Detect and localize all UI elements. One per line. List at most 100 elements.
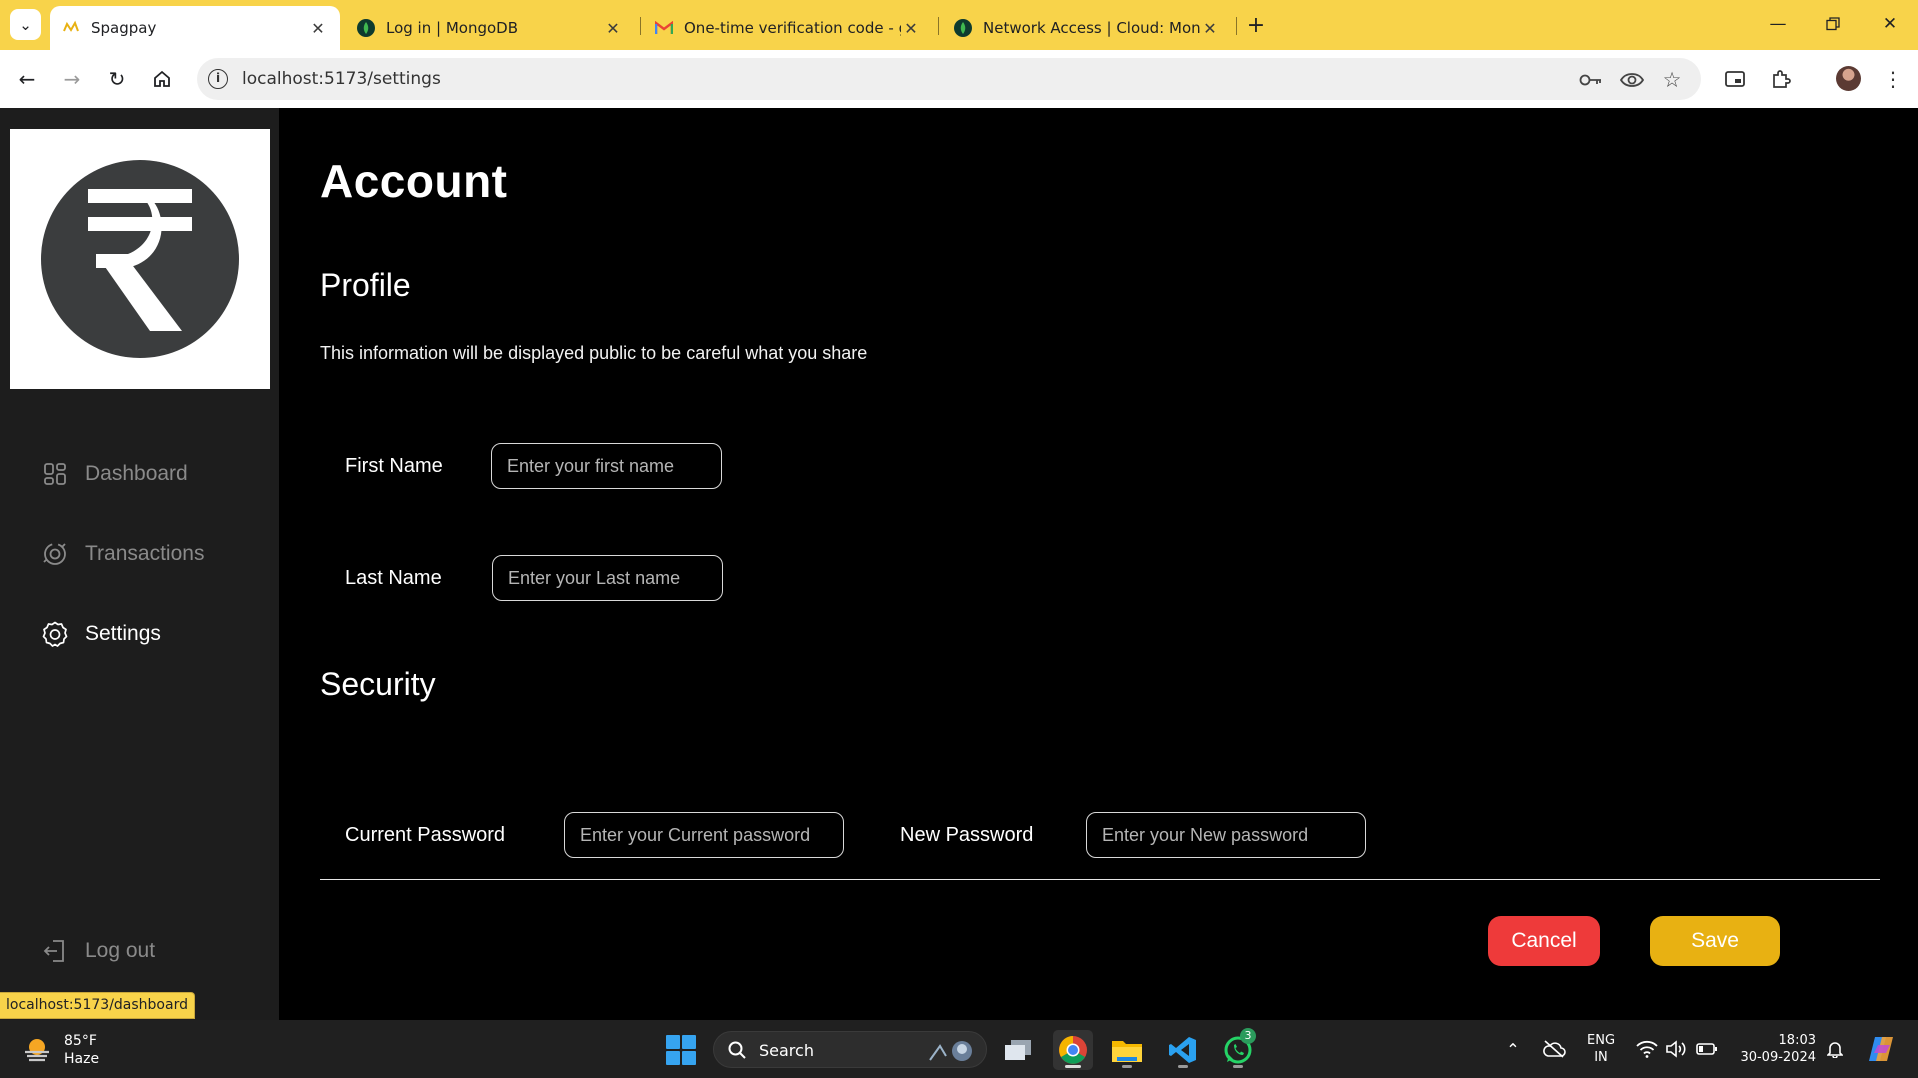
app-logo[interactable] [10, 129, 270, 389]
sidebar-item-settings[interactable]: Settings [40, 617, 161, 651]
start-button[interactable] [666, 1035, 696, 1065]
network-button[interactable] [1634, 1038, 1660, 1060]
logout-icon [40, 936, 70, 966]
wifi-icon [1636, 1040, 1658, 1058]
tab-gmail[interactable]: One-time verification code - gu ✕ [643, 6, 933, 50]
arrow-right-icon: → [63, 67, 81, 91]
notifications-button[interactable] [1824, 1038, 1846, 1060]
close-icon[interactable]: ✕ [603, 19, 623, 38]
running-indicator [1065, 1065, 1081, 1068]
sidebar: Dashboard Transactions Settings Log out [0, 108, 279, 1020]
search-icon [728, 1041, 746, 1059]
save-button[interactable]: Save [1650, 916, 1780, 966]
arrow-left-icon: ← [18, 67, 36, 91]
close-icon[interactable]: ✕ [1200, 19, 1220, 38]
sidebar-item-transactions[interactable]: Transactions [40, 537, 204, 571]
battery-button[interactable] [1694, 1038, 1720, 1060]
transactions-icon [40, 539, 70, 569]
password-key-icon[interactable] [1579, 68, 1603, 92]
clock[interactable]: 18:03 30-09-2024 [1736, 1032, 1816, 1066]
weather-condition: Haze [64, 1051, 100, 1067]
windows-logo-icon [666, 1051, 680, 1065]
logout-label: Log out [85, 939, 156, 962]
cancel-button[interactable]: Cancel [1488, 916, 1600, 966]
tab-search-button[interactable]: ⌄ [10, 9, 41, 40]
reload-icon: ↻ [108, 67, 126, 91]
copilot-button[interactable] [1864, 1034, 1898, 1064]
running-indicator [1178, 1065, 1188, 1068]
gear-icon [40, 619, 70, 649]
forward-button[interactable]: → [57, 64, 87, 94]
folder-icon [1112, 1041, 1142, 1062]
chevron-up-icon: ⌃ [1506, 1039, 1520, 1059]
form-divider [320, 879, 1880, 880]
first-name-input[interactable] [491, 443, 722, 489]
lang-line2: IN [1594, 1050, 1608, 1065]
rupee-icon [41, 160, 239, 358]
search-highlight-icon [929, 1041, 972, 1061]
address-bar[interactable]: i localhost:5173/settings ☆ [197, 58, 1701, 100]
gmail-icon [655, 19, 673, 37]
show-hidden-icons-button[interactable]: ⌃ [1502, 1038, 1524, 1060]
tab-separator [1236, 17, 1237, 35]
new-tab-button[interactable]: + [1242, 11, 1270, 39]
settings-page: Account Profile This information will be… [279, 108, 1918, 1020]
new-password-input[interactable] [1086, 812, 1366, 858]
tab-title: Log in | MongoDB [386, 19, 518, 37]
current-password-input[interactable] [564, 812, 844, 858]
first-name-label: First Name [345, 455, 443, 477]
minimize-button[interactable]: — [1755, 6, 1801, 42]
close-icon[interactable]: ✕ [308, 19, 328, 38]
taskbar-search[interactable]: Search [713, 1031, 987, 1068]
taskbar-vscode[interactable] [1163, 1030, 1203, 1070]
browser-menu-button[interactable]: ⋮ [1878, 64, 1908, 94]
close-icon[interactable]: ✕ [901, 19, 921, 38]
sidebar-item-label: Settings [85, 622, 161, 645]
bookmark-star-icon[interactable]: ☆ [1660, 68, 1684, 92]
profile-avatar[interactable] [1836, 66, 1861, 91]
profile-description: This information will be displayed publi… [320, 343, 868, 363]
site-info-icon[interactable]: i [208, 69, 228, 89]
tab-spagpay[interactable]: Spagpay ✕ [50, 6, 340, 50]
speaker-icon [1666, 1040, 1686, 1058]
close-icon: ✕ [1882, 14, 1898, 34]
task-view-button[interactable] [998, 1030, 1038, 1070]
chevron-down-icon: ⌄ [19, 15, 32, 34]
logout-button[interactable]: Log out [40, 934, 155, 968]
vscode-icon [1169, 1037, 1196, 1063]
sidebar-item-dashboard[interactable]: Dashboard [40, 457, 188, 491]
taskbar-whatsapp[interactable]: 3 [1218, 1028, 1258, 1070]
more-vert-icon: ⋮ [1883, 67, 1903, 91]
taskbar-chrome[interactable] [1053, 1030, 1093, 1070]
reload-button[interactable]: ↻ [102, 64, 132, 94]
tab-mongodb-network[interactable]: Network Access | Cloud: Mongo ✕ [942, 6, 1232, 50]
weather-widget[interactable]: 85°F Haze [22, 1032, 99, 1068]
clock-time: 18:03 [1778, 1033, 1816, 1048]
running-indicator [1122, 1065, 1132, 1068]
windows-logo-icon [666, 1035, 680, 1049]
puzzle-icon [1773, 70, 1791, 88]
tab-mongodb-login[interactable]: Log in | MongoDB ✕ [345, 6, 635, 50]
volume-button[interactable] [1664, 1038, 1690, 1060]
close-window-button[interactable]: ✕ [1867, 6, 1913, 42]
restore-button[interactable] [1810, 6, 1856, 42]
eye-icon[interactable] [1620, 68, 1644, 92]
home-button[interactable] [147, 64, 177, 94]
search-label: Search [759, 1041, 814, 1060]
language-indicator[interactable]: ENG IN [1587, 1032, 1615, 1066]
plus-icon: + [1246, 12, 1266, 38]
onedrive-button[interactable] [1540, 1038, 1568, 1060]
back-button[interactable]: ← [12, 64, 42, 94]
browser-tab-strip: ⌄ Spagpay ✕ Log in | MongoDB ✕ One-time … [0, 0, 1918, 50]
profile-heading: Profile [320, 267, 411, 303]
windows-logo-icon [682, 1035, 696, 1049]
last-name-input[interactable] [492, 555, 723, 601]
picture-in-picture-button[interactable] [1720, 64, 1750, 94]
notification-badge: 3 [1240, 1028, 1256, 1044]
taskbar-file-explorer[interactable] [1107, 1030, 1147, 1070]
home-icon [154, 70, 170, 87]
battery-icon [1696, 1043, 1717, 1055]
windows-logo-icon [682, 1051, 696, 1065]
url-text[interactable]: localhost:5173/settings [242, 69, 441, 89]
extensions-button[interactable] [1766, 64, 1796, 94]
